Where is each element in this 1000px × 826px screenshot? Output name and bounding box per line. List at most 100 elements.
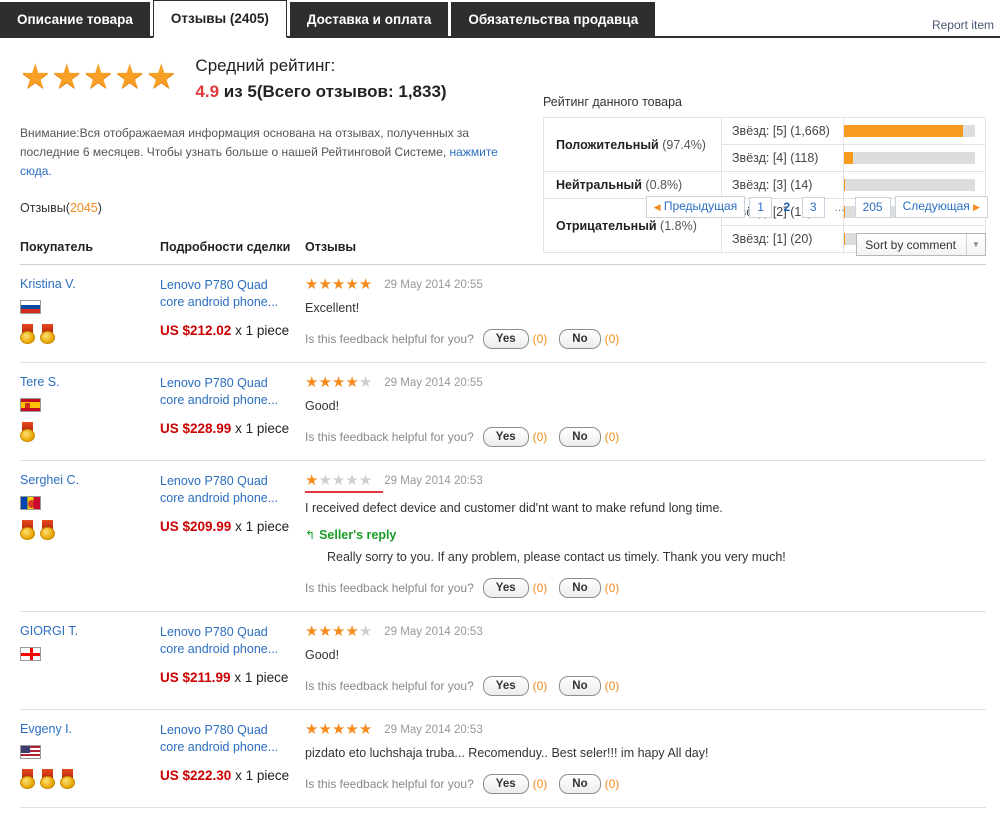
review-helpful-row: Is this feedback helpful for you? Yes (0) N… <box>305 578 986 598</box>
review-date: 29 May 2014 20:53 <box>384 626 483 638</box>
star-icon: ★ <box>82 58 115 96</box>
rating-summary-section: ★★★★★ Средний рейтинг: 4.9 из 5(Всего от… <box>0 38 1000 253</box>
star-icon: ★ <box>305 374 319 391</box>
product-link[interactable]: Lenovo P780 Quad core android phone... <box>160 375 295 409</box>
helpful-prompt: Is this feedback helpful for you? <box>305 581 474 595</box>
product-link[interactable]: Lenovo P780 Quad core android phone... <box>160 624 295 658</box>
sort-dropdown[interactable]: Sort by comment ▼ <box>856 233 986 256</box>
deal-price: US $209.99 x 1 piece <box>160 518 295 536</box>
vote-no-button[interactable]: No <box>559 578 601 598</box>
review-content-cell: ★★★★★ 29 May 2014 20:53 pizdato eto luchsh… <box>305 722 986 794</box>
reviews-count: Отзывы(2045) <box>20 201 102 215</box>
pagination: ◀ Предыдущая 1 2 3... 205 Следующая ▶ <box>645 196 988 218</box>
review-row: Kristina V. Lenovo P780 Quad core android… <box>20 265 986 363</box>
star-icon: ★ <box>114 58 146 96</box>
vote-yes-button[interactable]: Yes <box>482 427 529 447</box>
rating-category-percent: (0.8%) <box>645 178 683 192</box>
star-icon: ★ <box>331 623 346 640</box>
tab-0[interactable]: Описание товара <box>0 2 150 38</box>
sort-dropdown-label: Sort by comment <box>865 237 956 252</box>
review-row: Evgeny I. Lenovo P780 Quad core android p… <box>20 710 986 808</box>
medal-icon <box>60 769 75 789</box>
pagination-page-2[interactable]: 2 <box>776 198 798 217</box>
tab-2[interactable]: Доставка и оплата <box>289 2 449 38</box>
buyer-medals <box>20 422 160 442</box>
star-icon: ★ <box>318 623 332 640</box>
pagination-page-last[interactable]: 205 <box>854 196 891 218</box>
helpful-prompt: Is this feedback helpful for you? <box>305 777 474 791</box>
review-content-cell: ★★★★★ 29 May 2014 20:55 Excellent! Is this … <box>305 277 986 349</box>
star-icon: ★ <box>305 623 319 640</box>
medal-icon <box>20 324 35 344</box>
rating-breakdown-row: Положительный (97.4%) Звёзд: [5] (1,668) <box>543 117 986 172</box>
price-amount: US $222.30 <box>160 768 232 783</box>
tab-1[interactable]: Отзывы (2405) <box>152 0 287 38</box>
review-deal-cell: Lenovo P780 Quad core android phone... US… <box>160 375 305 447</box>
review-row: Tere S. Lenovo P780 Quad core android pho… <box>20 363 986 461</box>
vote-yes-count: (0) <box>532 332 548 346</box>
review-rating-row: ★★★★★ 29 May 2014 20:53 <box>305 624 986 640</box>
star-icon: ★ <box>358 721 373 738</box>
vote-no-button[interactable]: No <box>559 427 601 447</box>
review-buyer-cell: Kristina V. <box>20 277 160 349</box>
review-stars: ★★★★★ <box>305 473 372 489</box>
review-rating-row: ★★★★★ 29 May 2014 20:53 <box>305 473 986 489</box>
column-header-deal: Подробности сделки <box>160 239 291 254</box>
flag-emblem <box>25 403 30 409</box>
rating-category-percent: (97.4%) <box>662 137 706 152</box>
medal-icon <box>40 769 55 789</box>
product-link[interactable]: Lenovo P780 Quad core android phone... <box>160 277 295 311</box>
rating-star-label: Звёзд: [4] (118) <box>721 144 844 172</box>
product-link[interactable]: Lenovo P780 Quad core android phone... <box>160 473 295 507</box>
star-icon: ★ <box>145 58 178 96</box>
pagination-prev[interactable]: ◀ Предыдущая <box>645 196 746 218</box>
rating-bar-fill <box>844 152 854 164</box>
vote-yes-count: (0) <box>532 777 548 791</box>
vote-no-button[interactable]: No <box>559 676 601 696</box>
tab-3[interactable]: Обязательства продавца <box>451 2 656 38</box>
review-helpful-row: Is this feedback helpful for you? Yes (0) N… <box>305 774 986 794</box>
star-icon: ★ <box>345 374 359 391</box>
pagination-page-3[interactable]: 3 <box>801 196 825 218</box>
reviews-count-value: 2045 <box>69 201 98 215</box>
review-row: Serghei C. Lenovo P780 Quad core android … <box>20 461 986 612</box>
rating-notice: Внимание:Вся отображаемая информация осн… <box>20 124 520 181</box>
buyer-name-link[interactable]: Kristina V. <box>20 277 160 291</box>
buyer-name-link[interactable]: GIORGI T. <box>20 624 160 638</box>
vote-no-button[interactable]: No <box>559 774 601 794</box>
review-deal-cell: Lenovo P780 Quad core android phone... US… <box>160 473 305 598</box>
review-text: pizdato eto luchshaja truba... Recomendu… <box>305 746 709 760</box>
review-deal-cell: Lenovo P780 Quad core android phone... US… <box>160 624 305 696</box>
report-item-link[interactable]: Report item <box>932 18 1000 38</box>
vote-yes-button[interactable]: Yes <box>482 774 529 794</box>
vote-yes-button[interactable]: Yes <box>482 676 529 696</box>
average-rating-suffix: из 5(Всего отзывов: 1,833) <box>219 82 447 101</box>
rating-category-cell: Положительный (97.4%) <box>543 117 722 172</box>
pagination-page-1[interactable]: 1 <box>749 196 772 218</box>
star-icon: ★ <box>358 472 373 489</box>
pagination-next[interactable]: Следующая ▶ <box>894 196 988 218</box>
helpful-prompt: Is this feedback helpful for you? <box>305 679 474 693</box>
buyer-medals <box>20 520 160 540</box>
star-icon: ★ <box>331 721 346 738</box>
medal-icon <box>40 520 55 540</box>
review-buyer-cell: Tere S. <box>20 375 160 447</box>
review-deal-cell: Lenovo P780 Quad core android phone... US… <box>160 277 305 349</box>
review-rating-row: ★★★★★ 29 May 2014 20:55 <box>305 375 986 391</box>
vote-no-button[interactable]: No <box>559 329 601 349</box>
buyer-name-link[interactable]: Evgeny I. <box>20 722 160 736</box>
country-flag-icon <box>20 496 41 510</box>
rating-bar-fill <box>844 125 964 137</box>
buyer-name-link[interactable]: Tere S. <box>20 375 160 389</box>
product-link[interactable]: Lenovo P780 Quad core android phone... <box>160 722 295 756</box>
buyer-name-link[interactable]: Serghei C. <box>20 473 160 487</box>
pagination-ellipsis: ... <box>834 199 845 214</box>
vote-yes-button[interactable]: Yes <box>482 329 529 349</box>
country-flag-icon <box>20 647 41 661</box>
average-rating-row: ★★★★★ Средний рейтинг: 4.9 из 5(Всего от… <box>20 56 530 102</box>
star-icon: ★ <box>318 472 332 489</box>
review-stars: ★★★★★ <box>305 375 372 391</box>
vote-yes-button[interactable]: Yes <box>482 578 529 598</box>
review-buyer-cell: Serghei C. <box>20 473 160 598</box>
chevron-right-icon: ▶ <box>973 202 980 212</box>
